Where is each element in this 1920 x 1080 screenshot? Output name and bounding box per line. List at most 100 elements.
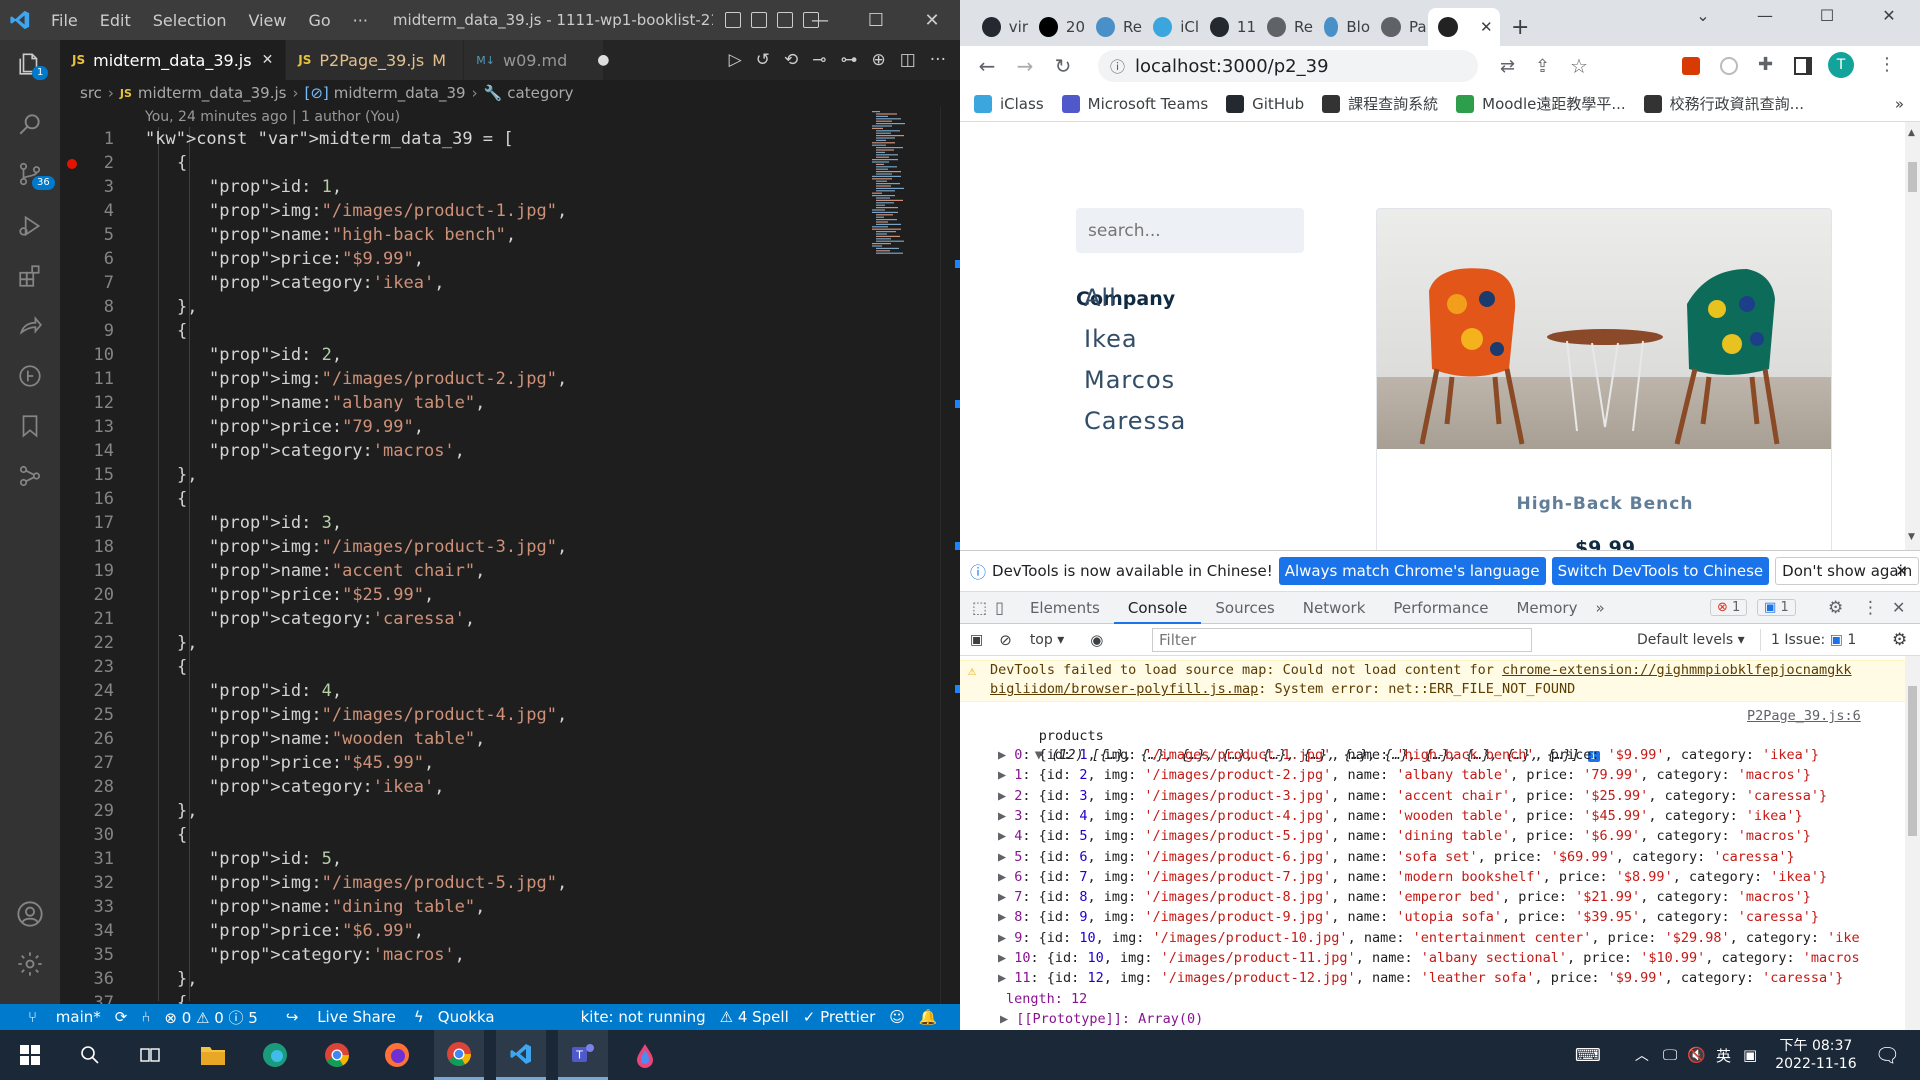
bookmark-item[interactable]: 校務行政資訊查詢... <box>1643 93 1804 114</box>
notifications-icon[interactable]: 🗨 <box>1875 1043 1900 1067</box>
editor-scrollbar[interactable] <box>940 107 960 1004</box>
problems-indicator[interactable]: ⊗ 0 ⚠ 0 ⓘ 5 <box>164 1007 258 1028</box>
volume-muted-icon[interactable]: 🔇 <box>1687 1046 1706 1064</box>
profile-avatar[interactable]: T <box>1828 52 1854 78</box>
chrome-tab[interactable]: Re <box>1257 8 1313 46</box>
page-scrollbar[interactable]: ▲ ▼ <box>1905 122 1920 550</box>
category-marcos[interactable]: Marcos <box>1084 366 1175 394</box>
live-share-status[interactable]: ↪ Live Share <box>272 1008 396 1026</box>
back-arrow-icon[interactable]: ← <box>968 47 1006 85</box>
run-icon[interactable]: ▷ <box>729 50 742 70</box>
sidebar-toggle-icon[interactable]: ▣ <box>970 632 983 648</box>
gitlens-icon[interactable] <box>0 352 60 400</box>
close-infobar-icon[interactable]: ✕ <box>1895 562 1908 580</box>
close-devtools-icon[interactable]: ✕ <box>1892 598 1905 617</box>
tab-sources[interactable]: Sources <box>1201 592 1288 624</box>
next-change-icon[interactable]: ⊶ <box>840 50 857 70</box>
bookmark-star-icon[interactable]: ☆ <box>1570 54 1588 78</box>
ime-pad-icon[interactable]: ▣ <box>1743 1046 1757 1064</box>
gitlens-status-icon[interactable]: ⑃ <box>141 1008 150 1026</box>
code-editor[interactable]: 1 "kw">const "var">midterm_data_39 = [2{3… <box>60 127 940 1004</box>
windows-start-icon[interactable] <box>5 1030 55 1080</box>
maximize-icon[interactable]: ☐ <box>1796 0 1858 30</box>
inspect-element-icon[interactable]: ⬚ <box>972 598 987 617</box>
more-actions-icon[interactable]: ··· <box>930 50 946 70</box>
bookmark-item[interactable]: iClass <box>974 94 1044 113</box>
tab-w09-md[interactable]: M↓ w09.md ● <box>464 40 610 80</box>
chrome-tab[interactable]: Pa <box>1371 8 1427 46</box>
tab-performance[interactable]: Performance <box>1379 592 1502 624</box>
new-tab-icon[interactable]: + <box>1511 8 1529 46</box>
unsaved-dot-icon[interactable]: ● <box>597 52 609 68</box>
quokka-status[interactable]: Quokka <box>438 1008 495 1026</box>
array-item-row[interactable]: ▶ 10: {id: 10, img: '/images/product-11.… <box>960 948 1905 968</box>
category-ikea[interactable]: Ikea <box>1084 325 1138 353</box>
bookmark-item[interactable]: Moodle遠距教學平... <box>1456 93 1626 114</box>
product-card[interactable]: High-Back Bench $9.99 <box>1376 208 1832 550</box>
category-all[interactable]: All <box>1084 284 1117 312</box>
chrome-tab-active[interactable]: ✕ <box>1428 8 1500 46</box>
accounts-icon[interactable] <box>0 890 60 938</box>
notifications-bell-icon[interactable]: 🔔 <box>919 1008 938 1026</box>
menu-item[interactable]: View <box>249 11 287 30</box>
more-bookmarks-icon[interactable]: » <box>1895 95 1904 113</box>
context-select[interactable]: top ▾ <box>1030 632 1064 648</box>
forward-arrow-icon[interactable]: → <box>1006 47 1044 85</box>
address-bar[interactable]: ⓘ localhost:3000/p2_39 <box>1098 50 1478 82</box>
tab-p2page[interactable]: JS P2Page_39.js M <box>286 40 465 80</box>
message-counter[interactable]: ▣ 1 <box>1757 599 1796 616</box>
toggle-primary-sidebar-icon[interactable] <box>724 12 741 28</box>
live-share-icon[interactable] <box>0 302 60 350</box>
breadcrumb-file[interactable]: midterm_data_39.js <box>138 84 287 102</box>
menu-item[interactable]: Go <box>308 11 330 30</box>
close-icon[interactable]: ✕ <box>904 0 960 40</box>
source-map-link-cont[interactable]: bigliidom/browser-polyfill.js.map <box>990 681 1258 697</box>
chrome-tab[interactable]: Re <box>1086 8 1142 46</box>
toggle-secondary-sidebar-icon[interactable] <box>776 12 793 28</box>
spell-status[interactable]: ⚠ 4 Spell <box>720 1008 789 1026</box>
live-expression-eye-icon[interactable]: ◉ <box>1090 631 1103 649</box>
go-back-icon[interactable]: ⟲ <box>784 50 798 70</box>
bookmark-item[interactable]: GitHub <box>1226 94 1304 113</box>
minimap[interactable] <box>868 107 940 287</box>
settings-gear-icon[interactable]: ⚙ <box>1828 598 1843 618</box>
kite-status[interactable]: kite: not running <box>581 1008 706 1026</box>
search-input[interactable] <box>1076 208 1304 253</box>
maximize-icon[interactable]: ☐ <box>848 0 904 40</box>
console-output[interactable]: ⚠ DevTools failed to load source map: Co… <box>960 656 1905 1030</box>
git-branch[interactable]: ⑂ main* <box>14 1008 101 1026</box>
menu-item[interactable]: ··· <box>353 11 368 30</box>
log-source-link[interactable]: P2Page_39.js:6 <box>1747 706 1861 726</box>
chrome-active-icon[interactable] <box>434 1030 484 1080</box>
array-item-row[interactable]: ▶ 7: {id: 8, img: '/images/product-8.jpg… <box>960 887 1905 907</box>
extension-red-icon[interactable] <box>1682 57 1700 75</box>
ime-mode[interactable]: 英 <box>1716 1045 1731 1066</box>
tab-network[interactable]: Network <box>1289 592 1380 624</box>
extensions-icon[interactable] <box>0 252 60 300</box>
gitlens-compare-icon[interactable]: ⊕ <box>871 50 885 70</box>
always-match-language-button[interactable]: Always match Chrome's language <box>1278 557 1546 585</box>
explorer-icon[interactable]: 1 <box>0 40 60 88</box>
teams-icon[interactable]: T <box>558 1030 608 1080</box>
codelens-blame[interactable]: You, 24 minutes ago | 1 author (You) <box>145 109 400 125</box>
translate-icon[interactable]: ⇄ <box>1500 56 1515 77</box>
devtools-menu-icon[interactable]: ⋮ <box>1862 598 1879 618</box>
manage-gear-icon[interactable] <box>0 940 60 988</box>
menu-item[interactable]: Selection <box>153 11 227 30</box>
chrome-icon[interactable] <box>312 1030 362 1080</box>
show-hidden-icons-icon[interactable]: ︿ <box>1635 1045 1649 1065</box>
network-icon[interactable]: 🖵 <box>1663 1046 1677 1064</box>
chrome-tab[interactable]: iCl <box>1143 8 1199 46</box>
array-prototype[interactable]: ▶ [[Prototype]]: Array(0) <box>960 1009 1905 1029</box>
file-explorer-icon[interactable] <box>188 1030 238 1080</box>
issues-counter[interactable]: 1 Issue: ▣ 1 <box>1771 632 1856 648</box>
array-item-row[interactable]: ▶ 6: {id: 7, img: '/images/product-7.jpg… <box>960 867 1905 887</box>
bookmark-item[interactable]: 課程查詢系統 <box>1322 93 1438 114</box>
tab-memory[interactable]: Memory <box>1502 592 1591 624</box>
array-item-row[interactable]: ▶ 5: {id: 6, img: '/images/product-6.jpg… <box>960 847 1905 867</box>
close-icon[interactable]: ✕ <box>1858 0 1920 30</box>
array-item-row[interactable]: ▶ 8: {id: 9, img: '/images/product-9.jpg… <box>960 907 1905 927</box>
timeline-icon[interactable]: ↺ <box>756 50 770 70</box>
chrome-tab[interactable]: 11 <box>1200 8 1256 46</box>
console-scrollbar[interactable] <box>1905 656 1920 1030</box>
